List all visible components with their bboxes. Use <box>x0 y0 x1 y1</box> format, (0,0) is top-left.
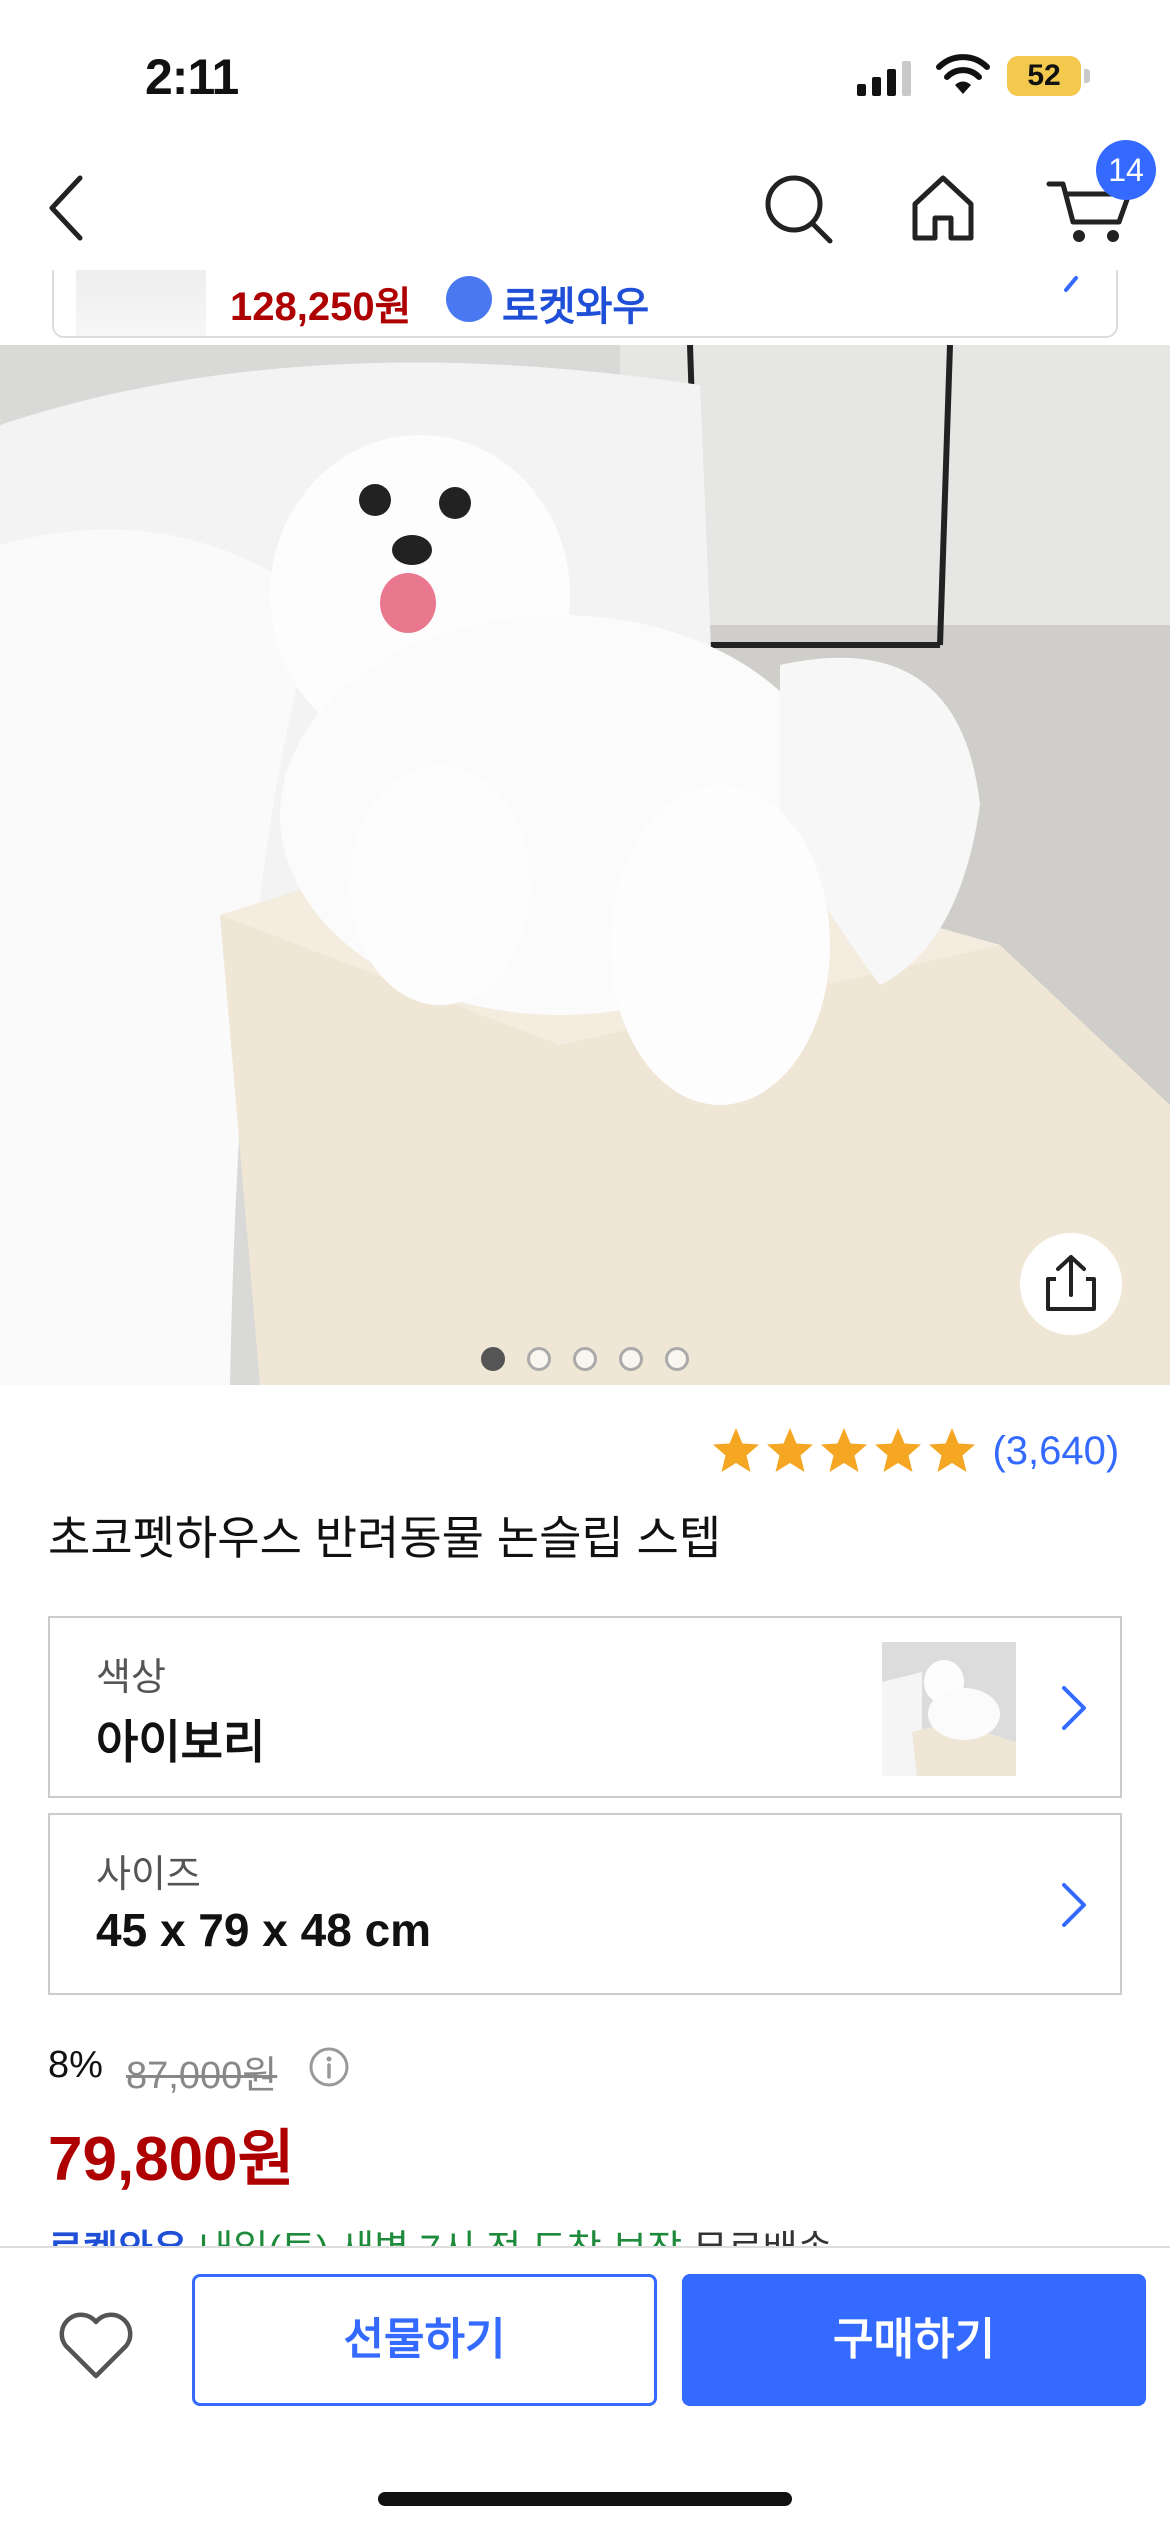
sale-price: 79,800원 <box>48 2125 295 2194</box>
product-image-carousel[interactable] <box>0 345 1170 1385</box>
option-value: 45 x 79 x 48 cm <box>96 1904 432 1956</box>
recommend-price: 128,250원 <box>230 285 412 329</box>
status-bar: 2:11 52 <box>0 0 1170 140</box>
share-icon <box>1046 1255 1096 1311</box>
top-nav: 14 <box>0 140 1170 270</box>
rocket-icon <box>446 276 492 322</box>
home-indicator <box>378 2492 792 2506</box>
chevron-right-icon <box>1064 276 1078 292</box>
recommend-product-strip[interactable]: 128,250원 로켓와우 <box>52 270 1118 338</box>
star-icon <box>929 1428 975 1472</box>
star-icon <box>821 1428 867 1472</box>
rocket-wow-badge: 로켓와우 <box>502 285 650 329</box>
carousel-dot[interactable] <box>527 1347 551 1371</box>
carousel-dots <box>0 1347 1170 1376</box>
option-label: 색상 <box>96 1657 166 1699</box>
gift-button[interactable]: 선물하기 <box>192 2274 657 2406</box>
back-icon[interactable] <box>40 168 100 248</box>
carousel-dot[interactable] <box>665 1347 689 1371</box>
battery-tip <box>1084 69 1090 83</box>
discount-rate: 8% <box>48 2044 103 2086</box>
option-color-selector[interactable]: 색상 아이보리 <box>48 1616 1122 1798</box>
carousel-dot[interactable] <box>619 1347 643 1371</box>
share-button[interactable] <box>1020 1233 1122 1335</box>
star-icon <box>875 1428 921 1472</box>
option-thumbnail <box>882 1642 1016 1776</box>
product-title: 초코펫하우스 반려동물 논슬립 스텝 <box>48 1512 722 1564</box>
rating-row[interactable]: (3,640) <box>710 1425 1119 1481</box>
recommend-thumbnail <box>76 270 206 336</box>
option-size-selector[interactable]: 사이즈 45 x 79 x 48 cm <box>48 1813 1122 1995</box>
home-icon[interactable] <box>905 168 981 248</box>
option-value: 아이보리 <box>96 1716 266 1768</box>
buy-button[interactable]: 구매하기 <box>682 2274 1146 2406</box>
signal-icon <box>857 61 911 96</box>
heart-icon[interactable] <box>56 2308 136 2384</box>
status-time: 2:11 <box>145 49 239 105</box>
search-icon[interactable] <box>760 168 836 248</box>
bottom-action-bar: 선물하기 구매하기 <box>0 2246 1170 2532</box>
wifi-icon <box>936 54 990 94</box>
star-icon <box>767 1428 813 1472</box>
review-count[interactable]: (3,640) <box>992 1429 1119 1474</box>
product-photo <box>0 345 1170 1385</box>
original-price: 87,000원 <box>126 2055 278 2097</box>
battery-indicator: 52 <box>1007 56 1081 96</box>
info-icon[interactable] <box>308 2046 350 2088</box>
cart-count-badge: 14 <box>1096 140 1156 200</box>
chevron-right-icon <box>1062 1883 1086 1927</box>
carousel-dot[interactable] <box>573 1347 597 1371</box>
carousel-dot[interactable] <box>481 1347 505 1371</box>
star-icon <box>713 1428 759 1472</box>
chevron-right-icon <box>1062 1686 1086 1730</box>
delivery-info: 로켓와우 내일(토) 새벽 7시 전 도착 보장 무료배송 <box>48 2218 1148 2248</box>
option-label: 사이즈 <box>96 1854 201 1896</box>
